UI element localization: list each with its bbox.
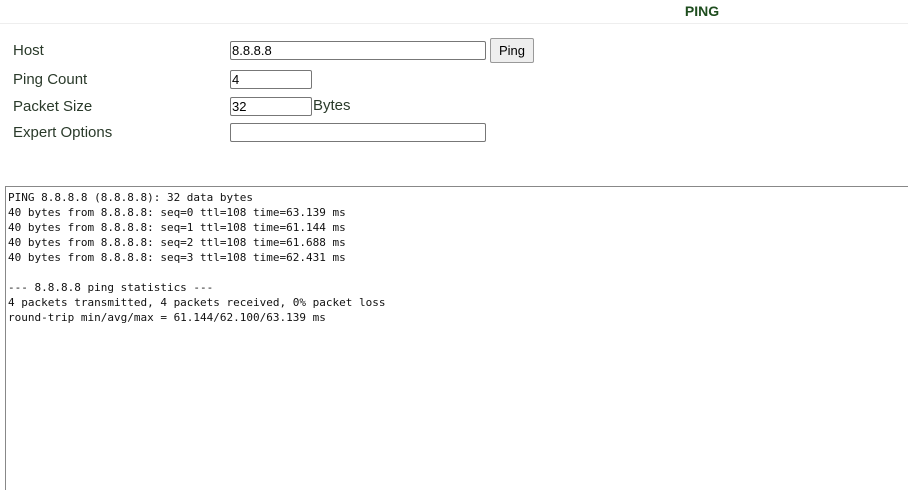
- packet-size-unit: Bytes: [313, 97, 351, 114]
- expert-options-label: Expert Options: [13, 124, 113, 141]
- ping-count-input[interactable]: [230, 70, 312, 89]
- ping-count-label: Ping Count: [13, 71, 88, 88]
- packet-size-label: Packet Size: [13, 98, 93, 115]
- host-label: Host: [13, 42, 44, 59]
- ping-button[interactable]: Ping: [490, 38, 534, 63]
- packet-size-input[interactable]: [230, 97, 312, 116]
- ping-output[interactable]: PING 8.8.8.8 (8.8.8.8): 32 data bytes 40…: [5, 186, 908, 490]
- host-input[interactable]: [230, 41, 486, 60]
- page-title: PING: [684, 3, 720, 19]
- header-divider: [0, 23, 908, 24]
- expert-options-input[interactable]: [230, 123, 486, 142]
